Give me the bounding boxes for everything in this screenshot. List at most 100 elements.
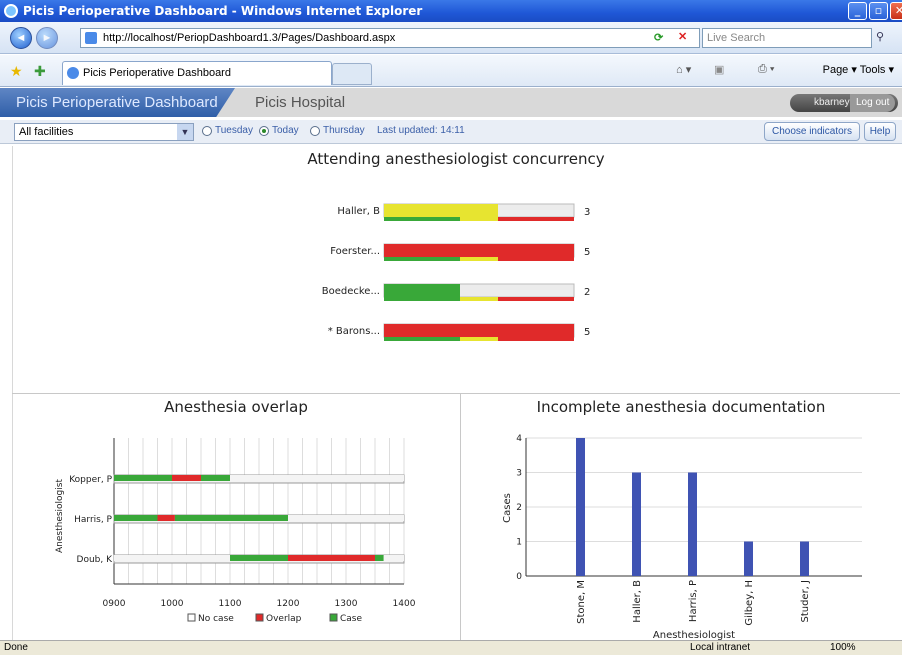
threshold-yellow — [460, 297, 498, 301]
status-text: Done — [4, 642, 28, 653]
bar — [800, 541, 809, 576]
divider — [460, 394, 461, 640]
maximize-button[interactable]: ▫ — [869, 2, 888, 20]
tabs-toolbar: ★ ✚ Picis Perioperative Dashboard ⌂ ▾ ▣ … — [0, 55, 902, 87]
threshold-red — [498, 297, 574, 301]
tab-ie-icon — [67, 67, 79, 79]
segment — [157, 515, 175, 521]
forward-button[interactable]: ► — [36, 27, 58, 49]
threshold-green — [384, 257, 460, 261]
segment — [288, 555, 375, 561]
print-icon[interactable]: ⎙ ▾ — [758, 63, 774, 76]
app-header: Picis Perioperative Dashboard Picis Hosp… — [0, 88, 902, 117]
window-title-bar: Picis Perioperative Dashboard - Windows … — [0, 0, 902, 22]
app-name: Picis Perioperative Dashboard — [0, 88, 235, 117]
row-label: Doub, K — [77, 555, 114, 565]
search-icon[interactable]: ⚲ — [876, 30, 884, 43]
threshold-green — [384, 297, 460, 301]
threshold-red — [498, 217, 574, 221]
bar-value-label: 5 — [584, 327, 590, 338]
facility-select-value: All facilities — [19, 126, 74, 138]
threshold-yellow — [460, 257, 498, 261]
feeds-icon[interactable]: ▣ — [714, 63, 724, 76]
zone-text: Local intranet — [690, 642, 751, 653]
x-tick-label: Studer, J — [800, 580, 811, 623]
back-button[interactable]: ◄ — [10, 27, 32, 49]
x-tick-label: 1100 — [219, 599, 242, 609]
bar — [744, 541, 753, 576]
command-bar[interactable]: Page ▾ Tools ▾ — [823, 63, 894, 76]
segment — [230, 555, 288, 561]
overlap-chart-title: Anesthesia overlap — [164, 398, 308, 416]
zoom-text[interactable]: 100% — [830, 642, 856, 653]
day-radio-thursday[interactable]: Thursday — [310, 125, 365, 136]
row-label: Kopper, P — [69, 475, 112, 485]
bar — [688, 472, 697, 576]
legend-label: Case — [340, 614, 362, 624]
browser-tab[interactable]: Picis Perioperative Dashboard — [62, 61, 332, 85]
address-input[interactable]: http://localhost/PeriopDashboard1.3/Page… — [80, 28, 700, 48]
segment — [172, 475, 201, 481]
bar-label: Foerster... — [330, 246, 380, 257]
x-tick-label: Stone, M — [576, 580, 587, 624]
facility-select[interactable]: All facilities ▼ — [14, 123, 194, 141]
day-radio-today[interactable]: Today — [259, 125, 299, 136]
y-tick-label: 4 — [516, 434, 522, 444]
tab-title: Picis Perioperative Dashboard — [83, 67, 231, 79]
radio-label: Thursday — [323, 125, 365, 136]
filter-bar: All facilities ▼ Tuesday Today Thursday … — [0, 120, 902, 144]
bar-value — [384, 204, 498, 217]
concurrency-chart-title: Attending anesthesiologist concurrency — [307, 150, 605, 168]
y-axis-label: Cases — [502, 493, 513, 523]
new-tab-button[interactable] — [332, 63, 372, 85]
bar-label: Haller, B — [337, 206, 380, 217]
close-button[interactable]: ✕ — [890, 2, 902, 20]
address-text: http://localhost/PeriopDashboard1.3/Page… — [103, 32, 396, 44]
bar-label: Boedecke... — [322, 286, 380, 297]
minimize-button[interactable]: _ — [848, 2, 867, 20]
legend-label: No case — [198, 614, 234, 624]
bar-value-label: 2 — [584, 287, 590, 298]
help-button[interactable]: Help — [864, 122, 896, 141]
segment — [201, 475, 230, 481]
radio-icon — [310, 125, 320, 136]
y-tick-label: 0 — [516, 572, 522, 582]
address-toolbar: ◄ ► http://localhost/PeriopDashboard1.3/… — [0, 22, 902, 54]
stop-icon[interactable]: ✕ — [678, 30, 687, 43]
radio-label: Today — [272, 125, 299, 136]
x-tick-label: 1200 — [277, 599, 300, 609]
threshold-yellow — [460, 337, 498, 341]
bar-value — [384, 324, 574, 337]
divider — [12, 393, 900, 394]
x-tick-label: 0900 — [103, 599, 126, 609]
threshold-red — [498, 257, 574, 261]
home-icon[interactable]: ⌂ ▾ — [676, 63, 691, 76]
y-tick-label: 2 — [516, 503, 522, 513]
segment — [230, 475, 404, 481]
bar-value-label: 3 — [584, 207, 590, 218]
favorites-star-icon[interactable]: ★ — [10, 63, 23, 80]
row-label: Harris, P — [74, 515, 112, 525]
segment — [114, 555, 230, 561]
refresh-icon[interactable]: ⟳ — [654, 31, 663, 44]
day-radio-tuesday[interactable]: Tuesday — [202, 125, 253, 136]
bar-value-label: 5 — [584, 247, 590, 258]
threshold-green — [384, 337, 460, 341]
threshold-yellow — [460, 217, 498, 221]
logout-button[interactable]: Log out — [850, 94, 896, 112]
y-tick-label: 1 — [516, 538, 522, 548]
bar — [576, 438, 585, 576]
ie-logo-icon — [4, 4, 18, 18]
bar-label: * Barons... — [328, 326, 380, 337]
window-title: Picis Perioperative Dashboard - Windows … — [23, 4, 423, 18]
search-input[interactable]: Live Search — [702, 28, 872, 48]
choose-indicators-button[interactable]: Choose indicators — [764, 122, 860, 141]
threshold-red — [498, 337, 574, 341]
segment — [114, 515, 158, 521]
add-favorite-icon[interactable]: ✚ — [34, 63, 46, 80]
threshold-green — [384, 217, 460, 221]
status-bar: Done Local intranet 100% — [0, 640, 902, 655]
radio-icon — [202, 125, 212, 136]
y-tick-label: 3 — [516, 469, 522, 479]
legend-label: Overlap — [266, 614, 302, 624]
